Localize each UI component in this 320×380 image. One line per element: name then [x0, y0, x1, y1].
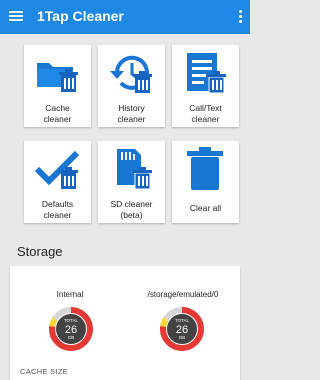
internal-storage-donut[interactable]: TOTAL 26 GB: [48, 306, 94, 352]
hamburger-menu-icon[interactable]: [9, 10, 23, 22]
donut-unit: GB: [179, 335, 186, 340]
donut-total-label: TOTAL: [64, 318, 79, 323]
storage-section-title: Storage: [17, 244, 63, 259]
tile-label: Call/Text cleaner: [189, 103, 222, 124]
tile-label: SD cleaner (beta): [110, 199, 153, 220]
app-title: 1Tap Cleaner: [37, 8, 124, 24]
defaults-cleaner-button[interactable]: Defaults cleaner: [24, 141, 91, 223]
tile-label: Clear all: [189, 203, 222, 213]
folder-trash-icon: [37, 63, 78, 92]
storage-card: Internal /storage/emulated/0 TOTAL 26 GB…: [10, 266, 240, 380]
cache-size-label: CACHE SIZE: [20, 367, 69, 376]
emulated-volume-label: /storage/emulated/0: [147, 290, 219, 299]
tile-label: Defaults cleaner: [41, 199, 74, 220]
more-vert-icon[interactable]: [237, 9, 243, 25]
trash-icon: [187, 147, 223, 190]
tile-label: History cleaner: [117, 103, 146, 124]
donut-total-label: TOTAL: [175, 318, 190, 323]
app-toolbar: 1Tap Cleaner: [0, 0, 250, 34]
sdcard-trash-icon: [117, 149, 152, 190]
document-trash-icon: [187, 53, 226, 94]
tile-label: Cache cleaner: [43, 103, 72, 124]
clear-all-button[interactable]: Clear all: [172, 141, 239, 223]
history-trash-icon: [110, 55, 152, 93]
internal-volume-label: Internal: [56, 290, 84, 299]
sd-cleaner-button[interactable]: SD cleaner (beta): [98, 141, 165, 223]
donut-unit: GB: [68, 335, 75, 340]
emulated-storage-donut[interactable]: TOTAL 26 GB: [159, 306, 205, 352]
cache-cleaner-button[interactable]: Cache cleaner: [24, 45, 91, 127]
history-cleaner-button[interactable]: History cleaner: [98, 45, 165, 127]
call-text-cleaner-button[interactable]: Call/Text cleaner: [172, 45, 239, 127]
check-trash-icon: [35, 150, 80, 189]
